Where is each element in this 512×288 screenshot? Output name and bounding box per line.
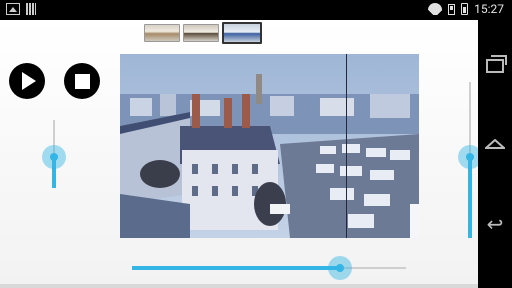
slider-thumb[interactable] [42, 145, 66, 170]
stop-button[interactable] [64, 63, 100, 99]
play-button[interactable] [9, 63, 45, 99]
image-icon [6, 3, 20, 15]
left-vertical-slider[interactable] [42, 120, 66, 188]
slider-fill [468, 156, 472, 238]
seek-thumb[interactable] [328, 256, 353, 280]
video-frame[interactable] [120, 54, 419, 238]
home-icon [485, 139, 505, 149]
player-screen [0, 20, 482, 288]
battery-icon [461, 3, 469, 15]
thumbnail-1[interactable] [144, 24, 180, 42]
navigation-bar: ↩ [478, 20, 512, 288]
status-bar: 15:27 [0, 0, 512, 20]
recent-apps-button[interactable] [478, 46, 512, 86]
home-button[interactable] [478, 124, 512, 164]
bottom-edge [0, 284, 478, 288]
wifi-icon [428, 3, 443, 15]
seek-bar[interactable] [132, 256, 406, 280]
seek-progress [132, 266, 341, 270]
thumbnail-3[interactable] [222, 22, 262, 44]
bars-icon [26, 3, 36, 15]
thumbnail-2[interactable] [183, 24, 219, 42]
notification-icons [6, 3, 36, 15]
back-icon: ↩ [486, 212, 504, 236]
right-vertical-slider[interactable] [458, 82, 482, 238]
sim-icon [448, 3, 456, 15]
stop-icon [74, 73, 90, 89]
back-button[interactable]: ↩ [478, 204, 512, 244]
play-icon [22, 72, 36, 90]
system-icons: 15:27 [428, 2, 504, 16]
status-time: 15:27 [474, 2, 504, 16]
thumbnail-strip [144, 22, 262, 44]
recent-apps-icon [486, 55, 507, 73]
